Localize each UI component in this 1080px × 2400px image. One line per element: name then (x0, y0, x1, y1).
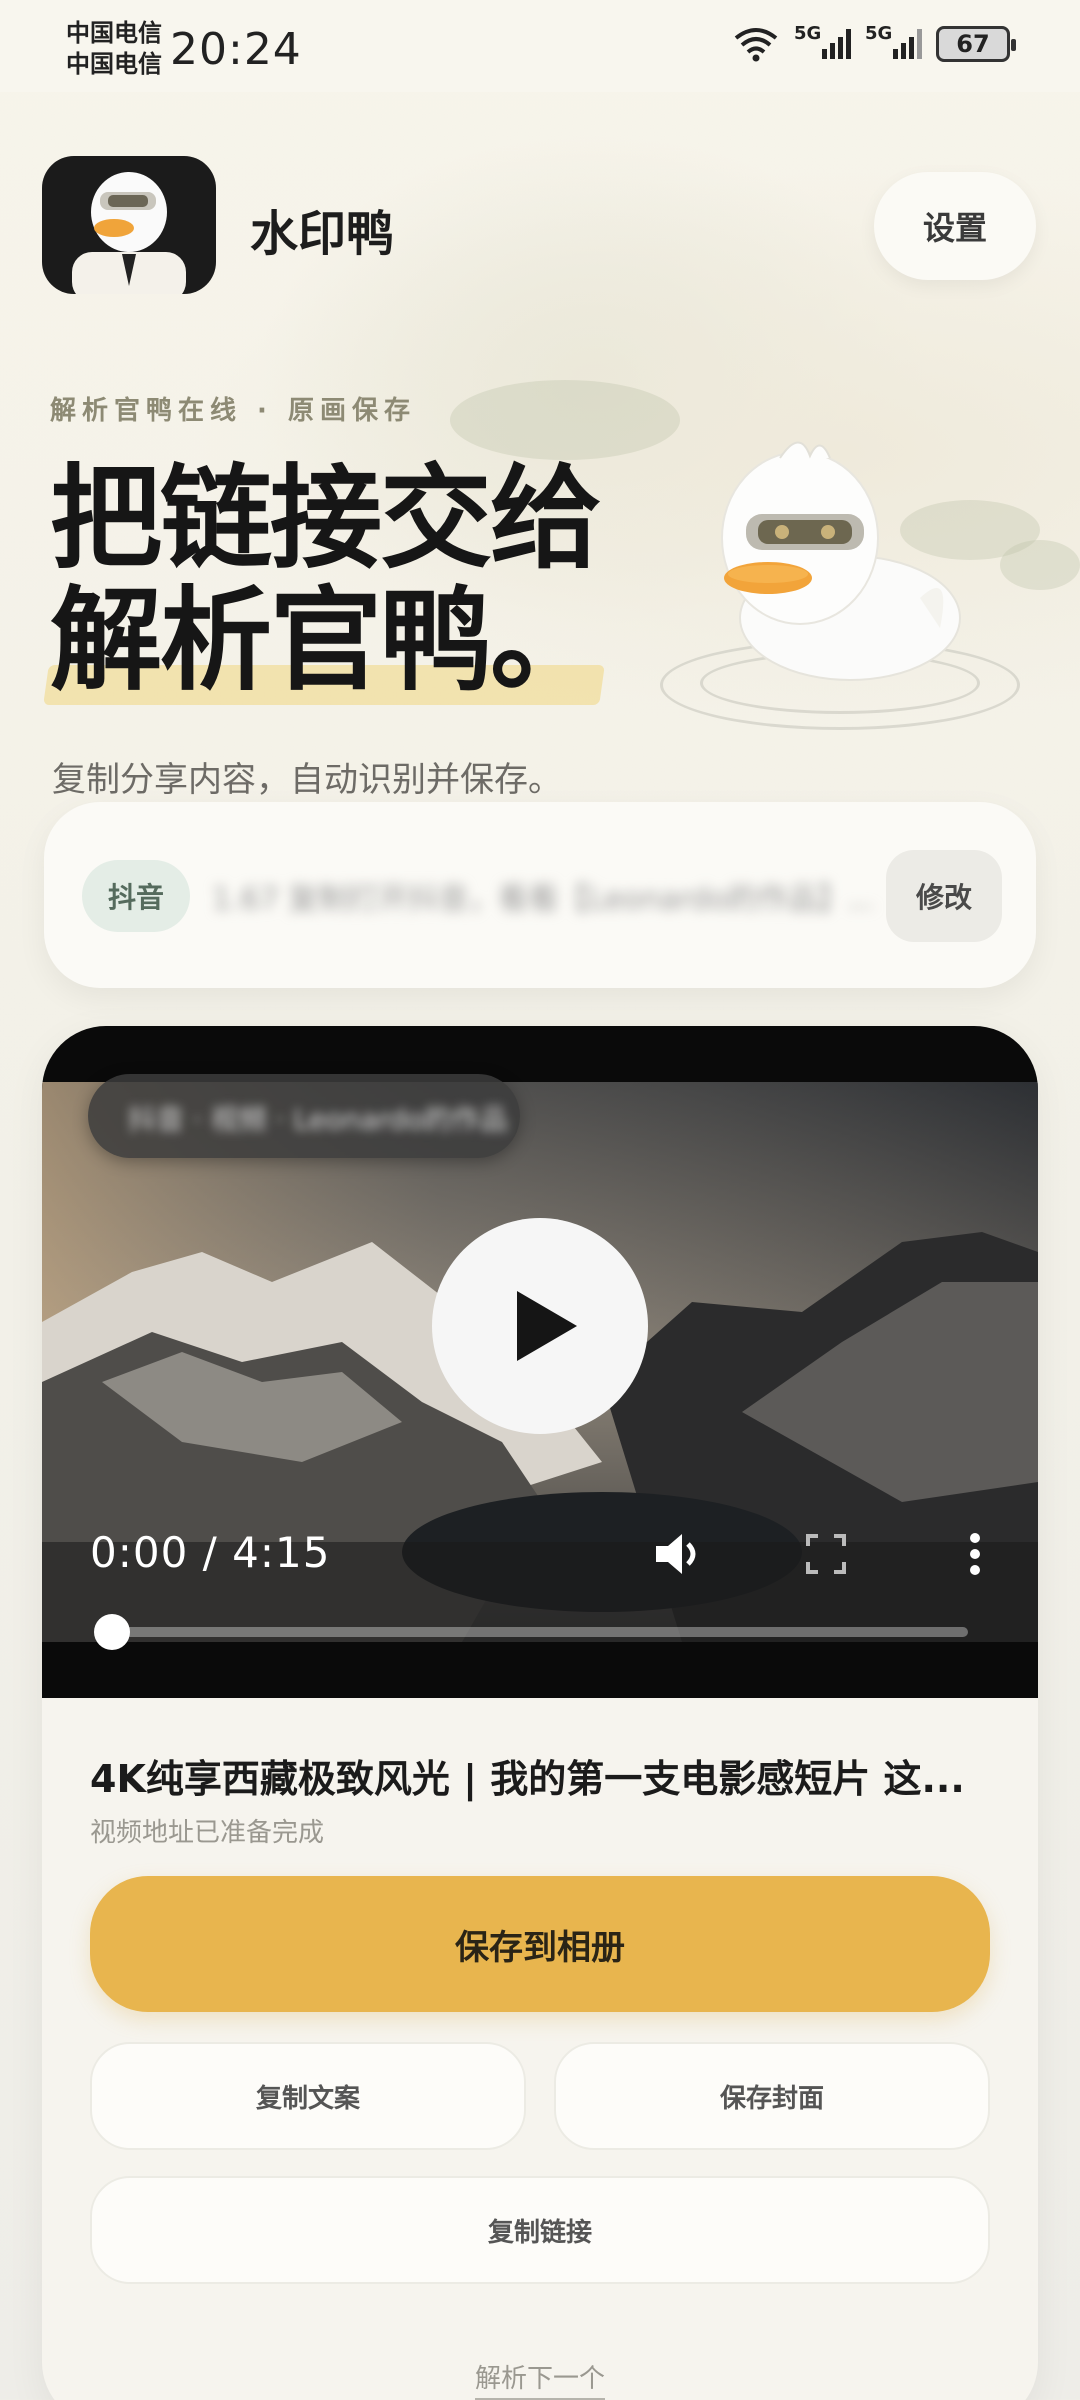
link-input-card[interactable]: 抖音 1.67 复制打开抖音，看看【Leonardo的作品】... 修改 (44, 802, 1036, 988)
lily-pad (450, 380, 680, 460)
app-name: 水印鸭 (250, 206, 395, 262)
shared-link-text[interactable]: 1.67 复制打开抖音，看看【Leonardo的作品】... (212, 874, 872, 918)
carrier-1: 中国电信 (66, 19, 162, 47)
carrier-2: 中国电信 (66, 50, 162, 78)
video-player[interactable]: 抖音 · 视频 · Leonardo的作品 0:00 / 4:15 (42, 1026, 1038, 1698)
signal-2-label: 5G (865, 23, 893, 44)
copy-link-button[interactable]: 复制链接 (90, 2176, 990, 2284)
duck-mascot-icon (721, 441, 961, 681)
play-button[interactable] (432, 1218, 648, 1434)
wifi-icon (734, 28, 778, 62)
duck-mascot-icon (72, 172, 186, 294)
clock: 20:24 (170, 24, 302, 75)
settings-button[interactable]: 设置 (874, 172, 1036, 280)
more-icon[interactable] (960, 1526, 990, 1582)
progress-thumb[interactable] (94, 1614, 130, 1650)
video-result-card: 抖音 · 视频 · Leonardo的作品 0:00 / 4:15 4K纯享西藏… (42, 1026, 1038, 2400)
play-icon (517, 1291, 577, 1361)
fullscreen-icon[interactable] (800, 1526, 852, 1582)
platform-badge: 抖音 (82, 860, 190, 932)
signal-icon: 5G (865, 23, 922, 59)
signal-icon: 5G (794, 23, 851, 59)
hero-subtitle: 复制分享内容，自动识别并保存。 (52, 760, 562, 800)
author-name: 抖音 · 视频 · Leonardo的作品 (128, 1103, 508, 1136)
author-pill: 抖音 · 视频 · Leonardo的作品 (88, 1074, 520, 1158)
app-logo (42, 156, 216, 294)
progress-bar[interactable] (112, 1627, 968, 1637)
status-bar: 中国电信 中国电信 20:24 5G 5G 67 (0, 0, 1080, 92)
save-cover-button[interactable]: 保存封面 (554, 2042, 990, 2150)
edit-link-button[interactable]: 修改 (886, 850, 1002, 942)
parse-next-link[interactable]: 解析下一个 (42, 2358, 1038, 2400)
lily-pad (1000, 540, 1080, 590)
battery-icon: 67 (936, 26, 1016, 62)
carrier-labels: 中国电信 中国电信 (66, 18, 162, 80)
video-status: 视频地址已准备完成 (90, 1818, 325, 1848)
hero-kicker: 解析官鸭在线 · 原画保存 (50, 396, 416, 426)
signal-1-label: 5G (794, 23, 822, 44)
headline-line-2: 解析官鸭。 (50, 576, 602, 706)
copy-caption-button[interactable]: 复制文案 (90, 2042, 526, 2150)
battery-level: 67 (956, 30, 990, 58)
time-readout: 0:00 / 4:15 (90, 1528, 331, 1577)
hero-headline: 把链接交给 解析官鸭。 (50, 454, 602, 706)
headline-line-1: 把链接交给 (50, 454, 602, 584)
video-title: 4K纯享西藏极致风光 | 我的第一支电影感短片 这... (90, 1757, 965, 1801)
parse-next-label[interactable]: 解析下一个 (474, 2364, 605, 2400)
volume-icon[interactable] (650, 1526, 706, 1582)
save-to-album-button[interactable]: 保存到相册 (90, 1876, 990, 2012)
status-icons: 5G 5G 67 (732, 23, 1016, 62)
